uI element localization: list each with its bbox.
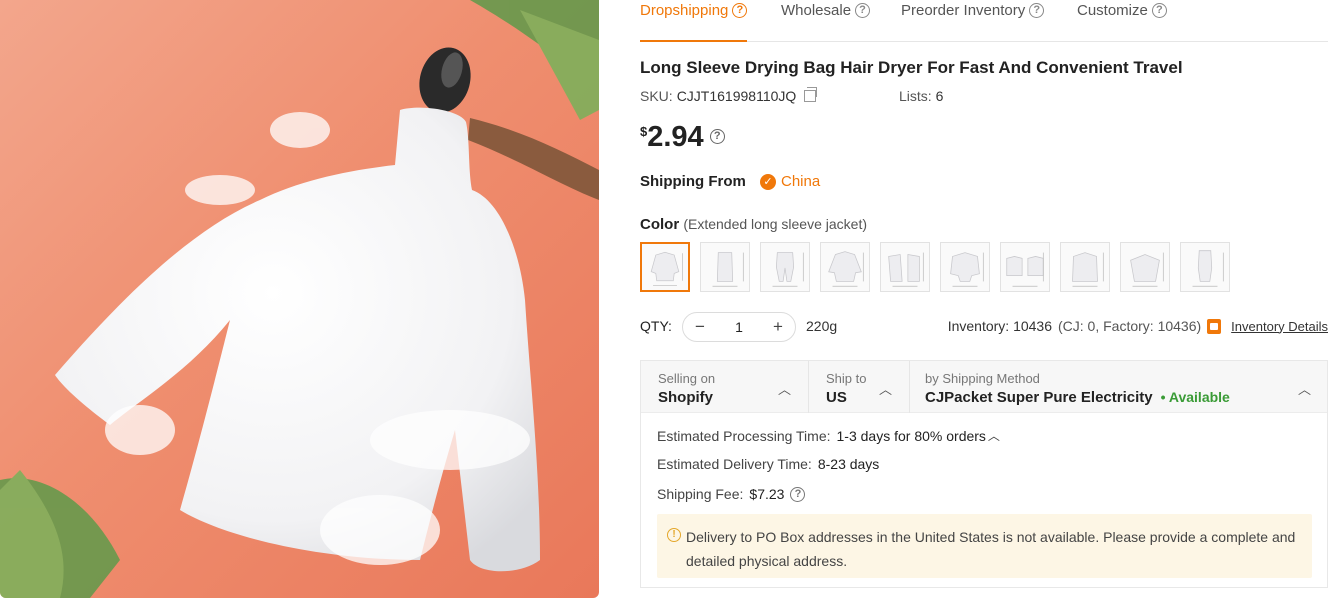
origin-label: China [781, 173, 821, 190]
price-amount: 2.94 [647, 121, 704, 153]
tab-dropshipping[interactable]: Dropshipping ? [640, 2, 748, 42]
shipping-method-value-group: CJPacket Super Pure Electricity • Availab… [925, 389, 1230, 406]
availability-status: • Available [1160, 389, 1230, 405]
tab-label: Preorder Inventory [901, 2, 1026, 19]
color-swatch[interactable] [1120, 242, 1170, 292]
shipping-method-dropdown[interactable]: by Shipping Method CJPacket Super Pure E… [908, 361, 1327, 413]
inventory-info: Inventory: 10436 (CJ: 0, Factory: 10436)… [948, 318, 1328, 334]
decrement-button[interactable]: − [693, 317, 707, 337]
origin-option-china[interactable]: ✓ China [760, 173, 820, 190]
color-swatch[interactable] [1060, 242, 1110, 292]
product-photo-illustration [0, 0, 599, 598]
help-icon[interactable]: ? [855, 3, 871, 18]
swatch-thumbnail [650, 251, 683, 286]
color-heading: Color [640, 216, 680, 233]
inventory-breakdown: (CJ: 0, Factory: 10436) [1058, 318, 1202, 334]
processing-time-value: 1-3 days for 80% orders [836, 427, 986, 444]
sku-info: SKU: CJJT161998110JQ [640, 87, 818, 104]
increment-button[interactable]: + [771, 317, 785, 337]
sku-label: SKU: [640, 88, 673, 104]
swatch-thumbnail [772, 252, 804, 287]
color-swatch[interactable] [760, 242, 810, 292]
chevron-up-icon: ︿ [879, 382, 893, 397]
ship-to-value: US [826, 389, 847, 406]
tab-wholesale[interactable]: Wholesale ? [781, 2, 871, 42]
help-icon[interactable]: ? [709, 129, 725, 144]
swatch-thumbnail [950, 252, 984, 287]
chevron-up-icon: ︿ [1298, 382, 1312, 397]
sku-value: CJJT161998110JQ [676, 88, 797, 104]
product-weight: 220g [806, 318, 838, 334]
purchase-mode-tabs: Dropshipping ? Wholesale ? Preorder Inve… [640, 0, 1328, 42]
quantity-input[interactable] [719, 319, 759, 335]
tab-label: Customize [1077, 2, 1148, 19]
color-swatches [640, 242, 1230, 292]
warehouse-icon [1207, 318, 1222, 334]
lists-label: Lists: [899, 88, 932, 104]
swatch-thumbnail [828, 251, 864, 287]
swatch-thumbnail [1192, 250, 1224, 287]
check-icon: ✓ [760, 173, 776, 190]
product-detail-panel: Dropshipping ? Wholesale ? Preorder Inve… [640, 0, 1328, 598]
processing-time-label: Estimated Processing Time: [657, 427, 831, 444]
color-swatch[interactable] [880, 242, 930, 292]
shipping-selectors: Selling on Shopify ︿ Ship to US ︿ by Shi… [641, 361, 1327, 413]
po-box-notice: ! Delivery to PO Box addresses in the Un… [657, 514, 1312, 578]
color-swatch[interactable] [700, 242, 750, 292]
shipping-method-label: by Shipping Method [925, 371, 1040, 386]
qty-label: QTY: [640, 318, 672, 334]
help-icon[interactable]: ? [1151, 3, 1167, 18]
shipping-fee-value: $7.23 [749, 486, 785, 502]
tab-label: Dropshipping [640, 2, 729, 19]
shipping-from-label: Shipping From [640, 173, 746, 190]
delivery-time-row: Estimated Delivery Time: 8-23 days [657, 456, 879, 472]
shipping-method-value: CJPacket Super Pure Electricity [925, 389, 1153, 406]
product-title: Long Sleeve Drying Bag Hair Dryer For Fa… [640, 58, 1183, 77]
chevron-up-icon: ︿ [778, 382, 792, 397]
inventory-details-link[interactable]: Inventory Details [1231, 319, 1328, 334]
shipping-calculator: Selling on Shopify ︿ Ship to US ︿ by Shi… [640, 360, 1328, 588]
quantity-stepper: − + [682, 312, 796, 342]
delivery-time-value: 8-23 days [817, 456, 880, 472]
price-currency: $ [640, 124, 648, 139]
shipping-fee-label: Shipping Fee: [657, 486, 744, 502]
help-icon[interactable]: ? [1029, 3, 1045, 18]
product-main-image[interactable] [0, 0, 599, 598]
swatch-thumbnail [712, 252, 744, 287]
ship-to-label: Ship to [826, 371, 867, 386]
processing-time-row: Estimated Processing Time: 1-3 days for … [657, 427, 1000, 444]
warning-icon: ! [667, 528, 681, 542]
lists-info: Lists: 6 [899, 88, 943, 104]
color-swatch[interactable] [1000, 242, 1050, 292]
swatch-thumbnail [1006, 252, 1044, 287]
price: $ 2.94 ? [640, 120, 725, 154]
tab-customize[interactable]: Customize ? [1077, 2, 1167, 42]
color-swatch[interactable] [820, 242, 870, 292]
ship-to-dropdown[interactable]: Ship to US ︿ [809, 361, 909, 413]
selling-on-value: Shopify [658, 389, 713, 406]
selling-on-label: Selling on [658, 371, 716, 386]
shipping-fee-row: Shipping Fee: $7.23 ? [657, 486, 806, 502]
copy-icon[interactable] [804, 87, 818, 102]
help-icon[interactable]: ? [732, 3, 748, 18]
swatch-thumbnail [1072, 252, 1104, 287]
tab-label: Wholesale [781, 2, 852, 19]
color-swatch[interactable] [640, 242, 690, 292]
color-selected-name: (Extended long sleeve jacket) [683, 216, 868, 232]
color-label: Color (Extended long sleeve jacket) [640, 216, 867, 233]
color-swatch[interactable] [1180, 242, 1230, 292]
chevron-up-icon[interactable]: ︿ [988, 427, 1000, 444]
lists-count: 6 [935, 88, 944, 104]
swatch-thumbnail [1130, 252, 1164, 287]
help-icon[interactable]: ? [790, 487, 806, 502]
swatch-thumbnail [888, 252, 924, 287]
delivery-time-label: Estimated Delivery Time: [657, 456, 812, 472]
color-swatch[interactable] [940, 242, 990, 292]
notice-text: Delivery to PO Box addresses in the Unit… [686, 529, 1296, 569]
tab-preorder-inventory[interactable]: Preorder Inventory ? [901, 2, 1045, 42]
selling-on-dropdown[interactable]: Selling on Shopify ︿ [641, 361, 808, 413]
inventory-count: Inventory: 10436 [947, 318, 1052, 334]
